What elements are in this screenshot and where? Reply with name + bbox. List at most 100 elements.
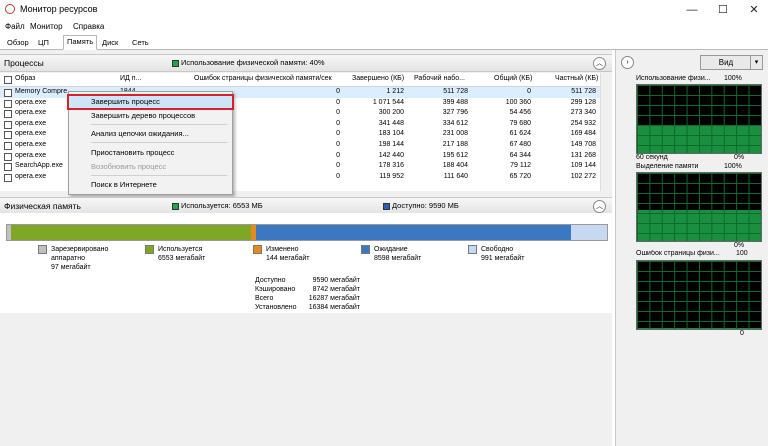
row-checkbox[interactable]	[4, 120, 12, 129]
cell-4: 195 612	[442, 151, 468, 159]
minimize-button[interactable]: —	[685, 3, 699, 17]
row-checkbox[interactable]	[4, 173, 12, 182]
view-button[interactable]: Вид	[700, 55, 752, 70]
menu-file[interactable]: Файл	[5, 22, 25, 31]
menu-search-online[interactable]: Поиск в Интернете	[69, 179, 232, 191]
graph3-max: 100	[736, 250, 748, 257]
cell-5: 64 344	[509, 151, 531, 159]
row-checkbox[interactable]	[4, 142, 12, 150]
expand-chevron-icon[interactable]: ›	[621, 56, 634, 69]
physical-usage-label: Использование физической памяти: 40%	[172, 58, 325, 67]
membar-free-segment	[571, 225, 607, 240]
menu-help[interactable]: Справка	[73, 22, 104, 31]
graph1-min: 0%	[734, 154, 745, 161]
window-title: Монитор ресурсов	[20, 4, 98, 14]
graph1-time: 60 секунд	[636, 154, 668, 161]
cell-6: 169 484	[570, 130, 596, 138]
menu-separator	[91, 142, 227, 143]
row-checkbox[interactable]	[4, 131, 12, 140]
col-shareable[interactable]: Общий (КБ)	[494, 75, 532, 82]
cell-3: 183 104	[378, 130, 404, 138]
col-working-set[interactable]: Рабочий набо...	[414, 75, 465, 82]
cell-6: 273 340	[570, 109, 596, 117]
cell-6: 149 708	[570, 141, 596, 148]
cell-3: 1 212	[386, 88, 404, 95]
cell-4: 188 404	[442, 162, 468, 170]
available-memory-text: Доступно: 9590 МБ	[392, 201, 459, 210]
col-private[interactable]: Частный (КБ)	[555, 75, 598, 82]
cell-2: 0	[336, 172, 340, 180]
graph1-max: 100%	[724, 75, 742, 82]
row-checkbox[interactable]	[4, 163, 12, 172]
cell-4: 231 008	[442, 130, 468, 138]
col-image[interactable]: Образ	[15, 75, 35, 82]
col-commit[interactable]: Завершено (КБ)	[352, 75, 404, 82]
tab-overview[interactable]: Обзор	[3, 36, 33, 50]
tab-disk[interactable]: Диск	[98, 36, 122, 50]
graph2-min: 0%	[734, 242, 745, 249]
collapse-memory-button[interactable]: ︿	[593, 200, 606, 213]
cell-0: SearchApp.exe	[15, 162, 63, 170]
row-checkbox[interactable]	[4, 110, 12, 119]
menu-analyze-wait-chain[interactable]: Анализ цепочки ожидания...	[69, 128, 232, 140]
cell-5: 65 720	[509, 172, 531, 180]
memory-usage-bar	[6, 224, 608, 241]
select-all-checkbox[interactable]	[4, 76, 12, 84]
legend-reserved-swatch	[38, 245, 47, 254]
cell-5: 54 456	[509, 109, 531, 117]
row-checkbox[interactable]	[4, 152, 12, 161]
cell-4: 511 728	[443, 88, 468, 95]
cell-2: 0	[336, 109, 340, 117]
processes-header[interactable]: Процессы Использование физической памяти…	[0, 54, 612, 72]
col-hard-faults[interactable]: Ошибок страницы физической памяти/сек	[194, 75, 332, 82]
cell-3: 1 071 544	[372, 98, 404, 106]
cell-0: opera.exe	[15, 141, 47, 148]
maximize-button[interactable]: ☐	[716, 3, 730, 17]
cell-6: 299 128	[570, 98, 596, 106]
cell-0: opera.exe	[15, 109, 47, 117]
cell-2: 0	[336, 119, 340, 127]
legend-free: Свободно 991 мегабайт	[468, 245, 524, 263]
menu-end-process-tree[interactable]: Завершить дерево процессов	[69, 110, 232, 122]
menu-monitor[interactable]: Монитор	[30, 22, 63, 31]
legend-standby-value: 8598 мегабайт	[374, 255, 422, 262]
col-pid[interactable]: ИД п...	[120, 75, 141, 82]
cell-4: 217 188	[442, 141, 468, 148]
tab-memory[interactable]: Память	[63, 35, 98, 50]
view-dropdown-chevron-icon[interactable]: ▾	[750, 55, 763, 70]
cell-5: 79 112	[510, 162, 531, 170]
graph3-min: 0	[740, 330, 744, 337]
cell-0: opera.exe	[15, 130, 47, 138]
cell-3: 142 440	[378, 151, 404, 159]
cell-4: 111 640	[443, 172, 468, 180]
row-checkbox[interactable]	[4, 89, 12, 97]
graph1-title: Использование физи...	[636, 75, 711, 82]
tab-network[interactable]: Сеть	[128, 36, 153, 50]
used-legend-swatch	[172, 202, 179, 210]
legend-modified-swatch	[253, 245, 262, 254]
graph2-max: 100%	[724, 163, 742, 170]
menu-end-process[interactable]: Завершить процесс	[67, 94, 234, 110]
menu-bar: Файл Монитор Справка	[0, 20, 768, 34]
legend-standby: Ожидание 8598 мегабайт	[361, 245, 421, 263]
row-checkbox[interactable]	[4, 99, 12, 108]
cell-2: 0	[336, 141, 340, 148]
menu-suspend-process[interactable]: Приостановить процесс	[69, 147, 232, 159]
tab-cpu[interactable]: ЦП	[34, 36, 53, 50]
stat-total-value: 16287 мегабайт	[308, 295, 360, 302]
view-label: Вид	[718, 58, 734, 67]
close-button[interactable]: ✕	[747, 3, 761, 17]
collapse-processes-button[interactable]: ︿	[593, 57, 606, 70]
process-table-scrollbar[interactable]	[600, 73, 611, 191]
stat-available-value: 9590 мегабайт	[312, 277, 360, 284]
legend-modified: Изменено 144 мегабайт	[253, 245, 309, 263]
cell-2: 0	[336, 151, 340, 159]
title-bar: Монитор ресурсов — ☐ ✕	[0, 0, 768, 20]
menu-separator	[91, 175, 227, 176]
usage-text: Использование физической памяти: 40%	[181, 58, 325, 67]
cell-0: opera.exe	[15, 151, 47, 159]
legend-reserved-value: 97 мегабайт	[51, 264, 91, 271]
used-memory-label: Используется: 6553 МБ	[172, 201, 263, 210]
right-panel: › Вид ▾ Использование физи... 100% 60 се…	[615, 50, 768, 446]
cell-0: opera.exe	[15, 119, 47, 127]
